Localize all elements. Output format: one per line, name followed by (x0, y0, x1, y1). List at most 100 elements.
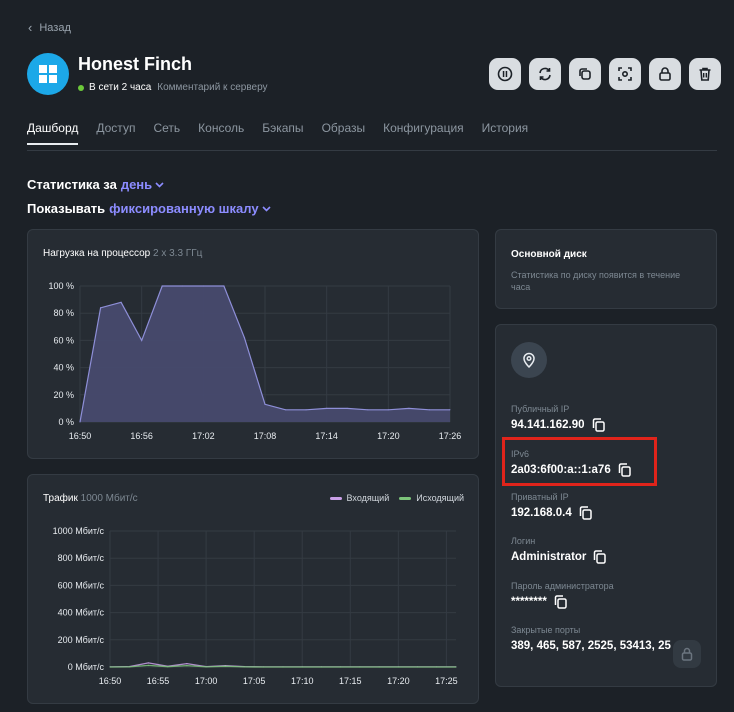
private-ip-value: 192.168.0.4 (511, 507, 572, 519)
refresh-icon (539, 67, 551, 81)
lock-icon (659, 67, 671, 81)
server-status: В сети 2 часа Комментарий к серверу (78, 82, 268, 93)
data-point (243, 666, 246, 668)
screenshot-icon (618, 67, 632, 81)
x-tick-label: 17:14 (315, 431, 338, 441)
scale-label: Показывать (27, 201, 106, 216)
data-point (367, 409, 369, 411)
private-ip-block: Приватный IP 192.168.0.4 (511, 492, 592, 520)
data-point (320, 666, 323, 668)
delete-button[interactable] (689, 58, 721, 90)
tab-access[interactable]: Доступ (96, 121, 135, 145)
period-label: Статистика за (27, 177, 117, 192)
x-tick-label: 16:55 (147, 676, 170, 686)
y-tick-label: 100 % (48, 281, 74, 291)
period-dropdown[interactable]: день (121, 177, 164, 192)
data-point (449, 409, 451, 411)
copy-icon[interactable] (593, 550, 607, 564)
trash-icon (699, 67, 711, 81)
traffic-chart-card: Трафик 1000 Мбит/с Входящий Исходящий 0 … (27, 474, 479, 704)
data-point (264, 403, 266, 405)
data-point (167, 666, 169, 668)
password-value: ******** (511, 596, 547, 608)
pause-button[interactable] (489, 58, 521, 90)
x-tick-label: 16:50 (99, 676, 122, 686)
data-point (378, 666, 380, 668)
server-name: Honest Finch (78, 54, 193, 74)
password-label: Пароль администратора (511, 581, 614, 591)
public-ip-value: 94.141.162.90 (511, 419, 585, 431)
y-tick-label: 20 % (53, 390, 74, 400)
period-selector-row: Статистика за день (27, 177, 164, 192)
copy-icon[interactable] (554, 595, 567, 609)
copy-icon (579, 68, 591, 80)
data-point (202, 285, 204, 287)
scale-dropdown[interactable]: фиксированную шкалу (109, 201, 271, 216)
tab-network[interactable]: Сеть (153, 121, 180, 145)
x-tick-label: 16:56 (130, 431, 153, 441)
data-point (223, 285, 225, 287)
tab-bar: Дашборд Доступ Сеть Консоль Бэкапы Образ… (27, 121, 546, 145)
x-tick-label: 17:20 (377, 431, 400, 441)
y-tick-label: 0 % (58, 417, 74, 427)
x-tick-label: 17:02 (192, 431, 215, 441)
back-link[interactable]: ‹ Назад (28, 20, 71, 35)
data-point (359, 666, 361, 668)
x-tick-label: 17:26 (439, 431, 462, 441)
public-ip-block: Публичный IP 94.141.162.90 (511, 404, 605, 432)
back-label: Назад (39, 21, 71, 34)
x-tick-label: 17:00 (195, 676, 218, 686)
snapshot-button[interactable] (609, 58, 641, 90)
x-tick-label: 17:05 (243, 676, 266, 686)
data-point (387, 409, 389, 411)
ports-block: Закрытые порты 389, 465, 587, 2525, 5341… (511, 625, 671, 654)
data-point (301, 666, 303, 668)
reboot-button[interactable] (529, 58, 561, 90)
disk-card: Основной диск Статистика по диску появит… (495, 229, 717, 309)
password-block: Пароль администратора ******** (511, 581, 614, 609)
data-point (263, 666, 265, 668)
data-point (161, 285, 163, 287)
data-point (284, 409, 287, 411)
login-block: Логин Administrator (511, 536, 607, 564)
comment-link[interactable]: Комментарий к серверу (157, 82, 267, 93)
chevron-left-icon: ‹ (28, 20, 33, 35)
data-point (326, 407, 328, 409)
data-point (109, 666, 111, 668)
ports-value: 389, 465, 587, 2525, 53413, 25 (511, 640, 671, 652)
y-tick-label: 0 Мбит/с (68, 662, 105, 672)
copy-icon[interactable] (579, 506, 592, 520)
lock-icon[interactable] (673, 640, 701, 668)
data-point (428, 409, 431, 411)
private-ip-label: Приватный IP (511, 492, 569, 502)
tab-images[interactable]: Образы (322, 121, 366, 145)
disk-title: Основной диск (511, 249, 587, 260)
data-point (79, 421, 81, 423)
traffic-chart: 0 Мбит/с 200 Мбит/с 400 Мбит/с 600 Мбит/с 80… (53, 526, 458, 686)
data-point (416, 666, 419, 668)
data-point (99, 307, 102, 309)
cpu-chart: 0 % 20 % 40 % 60 % 80 % 100 % 16:50 16:56 17:02 1… (48, 281, 462, 441)
x-tick-label: 16:50 (69, 431, 92, 441)
data-point (408, 407, 410, 409)
server-info-card: Публичный IP 94.141.162.90 IPv6 2a03:6f0… (495, 324, 717, 687)
y-tick-label: 800 Мбит/с (58, 553, 105, 563)
y-tick-label: 400 Мбит/с (58, 608, 105, 618)
scale-value: фиксированную шкалу (109, 201, 259, 216)
status-text: В сети 2 часа (89, 82, 152, 93)
y-tick-label: 600 Мбит/с (58, 580, 105, 590)
tab-backups[interactable]: Бэкапы (262, 121, 303, 145)
data-point (120, 301, 122, 303)
clone-button[interactable] (569, 58, 601, 90)
copy-icon[interactable] (592, 418, 605, 432)
tab-configuration[interactable]: Конфигурация (383, 121, 464, 145)
tab-dashboard[interactable]: Дашборд (27, 121, 79, 145)
data-point (205, 666, 207, 668)
x-tick-label: 17:20 (387, 676, 410, 686)
login-label: Логин (511, 536, 536, 546)
lock-button[interactable] (649, 58, 681, 90)
tab-history[interactable]: История (482, 121, 529, 145)
y-tick-label: 1000 Мбит/с (53, 526, 105, 536)
data-point (340, 666, 342, 668)
tab-console[interactable]: Консоль (198, 121, 244, 145)
